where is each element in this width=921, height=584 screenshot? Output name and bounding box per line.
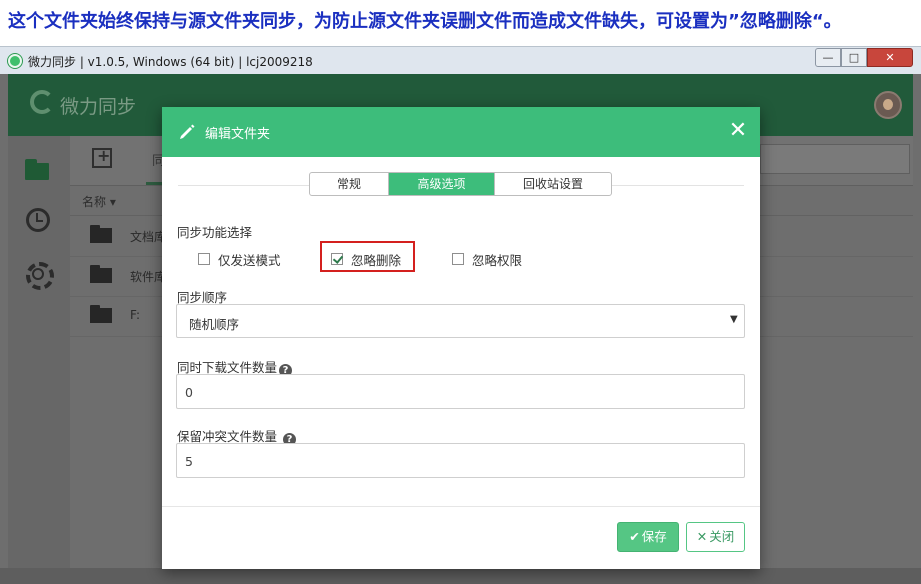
app-name: 微力同步 [60, 96, 137, 118]
pencil-icon [178, 123, 196, 141]
history-nav-icon[interactable] [22, 204, 54, 236]
conflict-count-input[interactable]: 5 [176, 443, 745, 478]
add-folder-icon[interactable] [92, 146, 112, 168]
sync-order-select[interactable]: 随机顺序 ▼ [176, 304, 745, 338]
send-only-checkbox[interactable]: 仅发送模式 [198, 250, 281, 268]
window-close-button[interactable]: ✕ [867, 48, 913, 67]
sync-logo-icon [30, 90, 54, 114]
conflict-count-text: 保留冲突文件数量 [177, 429, 278, 444]
maximize-button[interactable]: □ [841, 48, 867, 67]
edit-folder-dialog: 编辑文件夹 ✕ 常规 高级选项 回收站设置 同步功能选择 仅发送模式 忽略删除 … [162, 107, 760, 569]
footer-divider [162, 506, 760, 507]
sync-function-label: 同步功能选择 [177, 225, 253, 240]
dropdown-arrow-icon: ▼ [730, 314, 738, 325]
user-avatar[interactable] [874, 91, 902, 119]
app-sidebar [8, 136, 70, 584]
input-value: 0 [185, 385, 193, 400]
download-count-input[interactable]: 0 [176, 374, 745, 409]
folder-name: 软件库 [130, 270, 167, 284]
checkbox-label: 忽略权限 [472, 252, 523, 268]
tab-advanced[interactable]: 高级选项 [389, 173, 495, 195]
folder-name: 文档库 [130, 230, 167, 244]
close-icon: ✕ [696, 529, 708, 544]
folder-icon [90, 265, 112, 283]
save-label: 保存 [641, 529, 667, 544]
dialog-close-icon[interactable]: ✕ [728, 120, 748, 142]
column-name-header[interactable]: 名称 ▾ [82, 193, 116, 210]
close-label: 关闭 [709, 529, 735, 544]
input-value: 5 [185, 454, 193, 469]
highlight-box [320, 241, 415, 272]
checkbox-label: 仅发送模式 [218, 252, 281, 268]
dialog-title: 编辑文件夹 [205, 127, 271, 142]
select-value: 随机顺序 [189, 317, 240, 332]
window-title: 微力同步 | v1.0.5, Windows (64 bit) | lcj200… [28, 55, 313, 69]
folders-nav-icon[interactable] [22, 154, 54, 186]
checkbox-box[interactable] [198, 253, 210, 265]
search-input[interactable] [760, 144, 910, 174]
folder-name: F: [130, 308, 141, 322]
download-count-text: 同时下载文件数量 [177, 360, 278, 375]
check-icon: ✔ [629, 529, 640, 544]
tab-recycle-bin[interactable]: 回收站设置 [495, 173, 611, 195]
checkbox-box[interactable] [452, 253, 464, 265]
settings-nav-icon[interactable] [22, 258, 54, 290]
drive-folder-icon [90, 305, 112, 323]
dialog-header: 编辑文件夹 ✕ [162, 107, 760, 157]
save-button[interactable]: ✔ 保存 [617, 522, 679, 552]
dialog-tabs: 常规 高级选项 回收站设置 [309, 172, 612, 196]
instruction-caption: 这个文件夹始终保持与源文件夹同步，为防止源文件夹误删文件而造成文件缺失，可设置为… [0, 0, 921, 44]
ignore-permissions-checkbox[interactable]: 忽略权限 [452, 250, 522, 268]
window-titlebar: 微力同步 | v1.0.5, Windows (64 bit) | lcj200… [0, 46, 921, 74]
close-button[interactable]: ✕ 关闭 [686, 522, 745, 552]
tab-general[interactable]: 常规 [310, 173, 389, 195]
app-icon [8, 54, 22, 68]
folder-icon [90, 225, 112, 243]
status-bar [0, 568, 921, 584]
minimize-button[interactable]: — [815, 48, 841, 67]
